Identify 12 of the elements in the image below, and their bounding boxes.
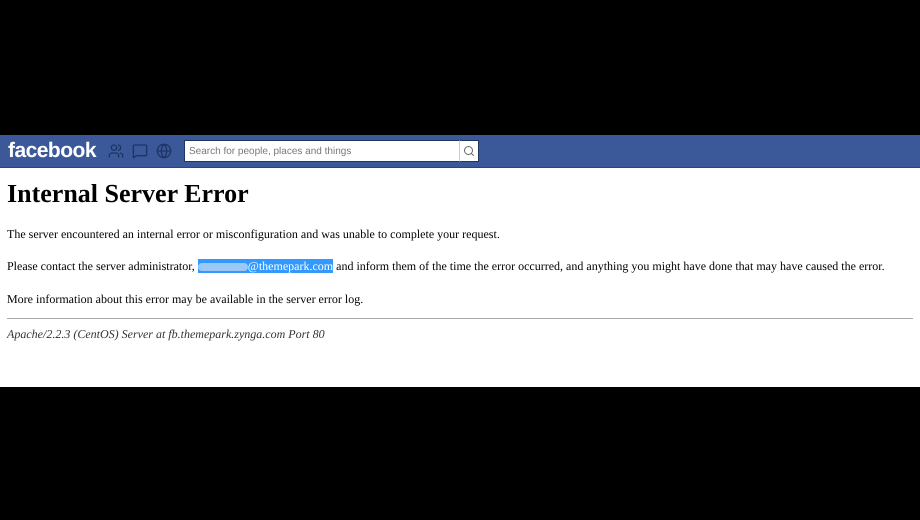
globe-icon[interactable] [156, 143, 172, 159]
search-button[interactable] [459, 140, 479, 162]
search-icon [463, 145, 475, 157]
error-message: The server encountered an internal error or misconfiguration and was unable to complete your request. [7, 226, 501, 242]
logo[interactable]: facebook [8, 135, 96, 167]
search-field[interactable]: Search for people, places and things [184, 140, 459, 162]
more-info-text: More information about this error may be available in the server error log. [7, 290, 364, 308]
contact-paragraph: Please contact the server administrator, @themepark.com and inform them of the time the error occurred, and anything you might have done that may have caused the error. [7, 258, 886, 275]
error-title: Internal Server Error [7, 178, 250, 210]
friends-icon[interactable] [108, 143, 124, 159]
server-signature: Apache/2.2.3 (CentOS) Server at fb.themepark.zynga.com Port 80 [7, 326, 326, 342]
messages-icon[interactable] [132, 143, 148, 159]
